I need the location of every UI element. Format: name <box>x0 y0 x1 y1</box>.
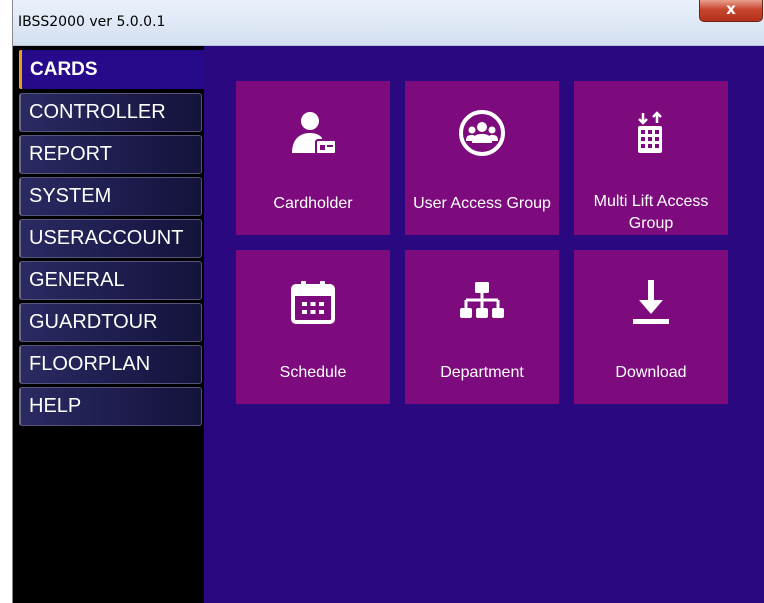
sidebar-item-cards[interactable]: CARDS <box>19 50 205 89</box>
sidebar-item-floorplan[interactable]: FLOORPLAN <box>19 345 202 384</box>
download-icon <box>633 280 669 324</box>
calendar-icon <box>291 281 335 324</box>
download-tile[interactable]: Download <box>574 250 728 404</box>
multi-lift-access-group-tile[interactable]: Multi Lift Access Group <box>574 81 728 235</box>
sidebar: CARDS CONTROLLER REPORT SYSTEM USERACCOU… <box>13 46 205 603</box>
user-access-group-label: User Access Group <box>413 195 551 212</box>
cardholder-label: Cardholder <box>273 195 353 212</box>
title-bar[interactable]: IBSS2000 ver 5.0.0.1 x <box>13 0 764 46</box>
sidebar-item-general[interactable]: GENERAL <box>19 261 202 300</box>
sidebar-item-report[interactable]: REPORT <box>19 135 202 174</box>
sidebar-item-help[interactable]: HELP <box>19 387 202 426</box>
sidebar-item-guardtour[interactable]: GUARDTOUR <box>19 303 202 342</box>
user-access-group-tile[interactable]: User Access Group <box>405 81 559 235</box>
main-content: Cardholder User Access Group Multi Lift … <box>204 46 764 603</box>
user-group-icon <box>459 110 505 156</box>
cardholder-tile[interactable]: Cardholder <box>236 81 390 235</box>
sidebar-item-useraccount[interactable]: USERACCOUNT <box>19 219 202 258</box>
cardholder-icon <box>292 112 337 155</box>
download-label: Download <box>615 364 687 381</box>
sidebar-item-controller[interactable]: CONTROLLER <box>19 93 202 132</box>
org-chart-icon <box>460 282 504 318</box>
department-label: Department <box>440 364 524 381</box>
sidebar-item-system[interactable]: SYSTEM <box>19 177 202 216</box>
window-title: IBSS2000 ver 5.0.0.1 <box>18 14 166 30</box>
multi-lift-access-group-label: Multi Lift Access Group <box>593 193 709 232</box>
close-button[interactable]: x <box>699 0 763 22</box>
app-window: IBSS2000 ver 5.0.0.1 x CARDS CONTROLLER … <box>12 0 764 603</box>
schedule-tile[interactable]: Schedule <box>236 250 390 404</box>
lift-access-icon <box>638 111 662 153</box>
department-tile[interactable]: Department <box>405 250 559 404</box>
schedule-label: Schedule <box>279 364 347 381</box>
